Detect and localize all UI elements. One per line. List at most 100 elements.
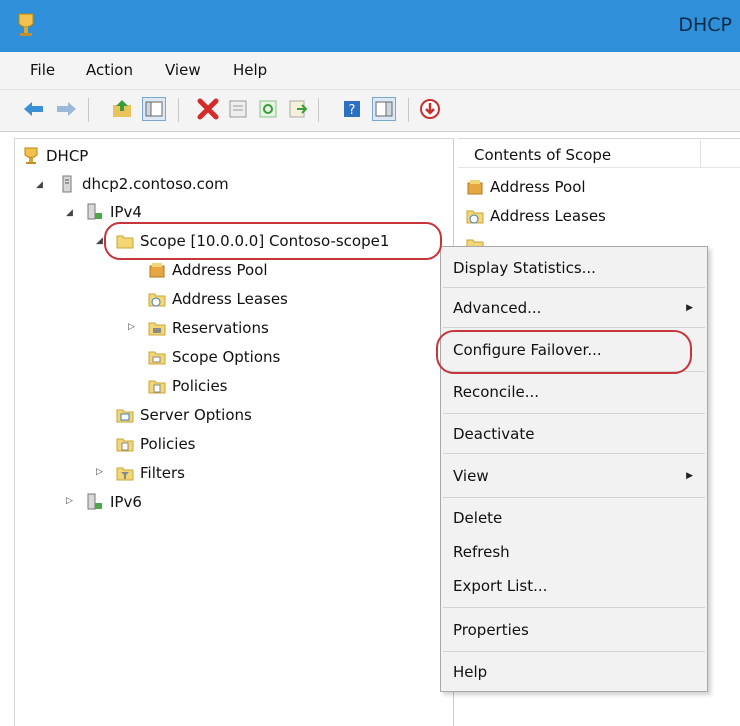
tree-ipv6[interactable]: IPv6 <box>86 490 142 514</box>
tree-label: Filters <box>140 464 185 482</box>
menu-item-delete[interactable]: Delete <box>453 509 502 527</box>
menu-separator <box>443 453 705 454</box>
tree-label: Scope Options <box>172 348 281 366</box>
policies-icon <box>116 438 134 452</box>
delete-icon[interactable] <box>196 97 220 121</box>
menu-help[interactable]: Help <box>233 61 267 79</box>
tree-label: Server Options <box>140 406 252 424</box>
toolbar: ? <box>0 90 740 132</box>
menu-item-configure-failover[interactable]: Configure Failover... <box>453 341 602 359</box>
address-leases-icon <box>148 293 166 307</box>
address-pool-icon <box>467 180 483 195</box>
show-hide-tree-icon[interactable] <box>142 97 166 121</box>
context-menu: Display Statistics... Advanced... ▶ Conf… <box>440 246 708 692</box>
tree-label: Reservations <box>172 319 269 337</box>
menu-item-advanced[interactable]: Advanced... <box>453 299 541 317</box>
tree-label: Scope [10.0.0.0] Contoso-scope1 <box>140 232 390 250</box>
reservations-icon <box>148 322 166 336</box>
column-header[interactable]: Contents of Scope <box>458 140 740 168</box>
column-header-label: Contents of Scope <box>474 146 612 164</box>
properties-icon[interactable] <box>226 97 250 121</box>
list-item[interactable]: Address Pool <box>466 175 586 199</box>
tree-scope-policies[interactable]: Policies <box>148 374 227 398</box>
help-icon[interactable]: ? <box>340 97 364 121</box>
address-pool-icon <box>149 263 165 278</box>
menu-action[interactable]: Action <box>86 61 133 79</box>
menu-separator <box>443 371 705 372</box>
collapsed-arrow-icon[interactable]: ▷ <box>128 322 135 332</box>
menu-separator <box>443 651 705 652</box>
tree-scope-options[interactable]: Scope Options <box>148 345 280 369</box>
submenu-arrow-icon: ▶ <box>686 303 693 313</box>
menu-item-properties[interactable]: Properties <box>453 621 529 639</box>
menu-file[interactable]: File <box>30 61 55 79</box>
address-leases-icon <box>466 210 484 224</box>
refresh-icon[interactable] <box>256 97 280 121</box>
tree-label: IPv6 <box>110 493 142 511</box>
policies-icon <box>148 380 166 394</box>
title-bar: DHCP <box>0 0 740 52</box>
list-item-label: Address Leases <box>490 207 606 225</box>
menu-item-refresh[interactable]: Refresh <box>453 543 510 561</box>
tree-reservations[interactable]: Reservations <box>148 316 269 340</box>
menu-separator <box>443 287 705 288</box>
column-separator[interactable] <box>700 140 701 168</box>
tree-label: Address Pool <box>172 261 268 279</box>
tree-ipv4[interactable]: IPv4 <box>86 200 142 224</box>
up-folder-icon[interactable] <box>110 97 134 121</box>
expanded-arrow-icon[interactable]: ◢ <box>66 208 73 218</box>
expanded-arrow-icon[interactable]: ◢ <box>96 236 103 246</box>
tree-server[interactable]: dhcp2.contoso.com <box>58 172 229 196</box>
submenu-arrow-icon: ▶ <box>686 471 693 481</box>
menu-item-export-list[interactable]: Export List... <box>453 577 547 595</box>
menu-item-view[interactable]: View <box>453 467 489 485</box>
toolbar-separator <box>178 98 179 122</box>
tree-label: Address Leases <box>172 290 288 308</box>
tree-label: dhcp2.contoso.com <box>82 175 229 193</box>
menu-bar: File Action View Help <box>0 52 740 90</box>
tree-filters[interactable]: Filters <box>116 461 185 485</box>
dhcp-app-icon <box>18 13 34 36</box>
menu-item-display-statistics[interactable]: Display Statistics... <box>453 259 596 277</box>
folder-icon <box>116 235 134 249</box>
download-icon[interactable] <box>418 97 442 121</box>
toolbar-separator <box>318 98 319 122</box>
server-icon <box>62 175 72 193</box>
ipv6-icon <box>87 493 102 510</box>
toolbar-separator <box>408 98 409 122</box>
collapsed-arrow-icon[interactable]: ▷ <box>96 467 103 477</box>
menu-item-reconcile[interactable]: Reconcile... <box>453 383 539 401</box>
export-list-icon[interactable] <box>286 97 310 121</box>
list-item-label: Address Pool <box>490 178 586 196</box>
svg-text:?: ? <box>349 103 356 118</box>
tree-label: Policies <box>140 435 196 453</box>
tree-scope[interactable]: Scope [10.0.0.0] Contoso-scope1 <box>116 229 389 253</box>
menu-item-help[interactable]: Help <box>453 663 487 681</box>
tree-label: Policies <box>172 377 228 395</box>
console-tree <box>14 138 454 726</box>
toolbar-separator <box>88 98 89 122</box>
tree-server-options[interactable]: Server Options <box>116 403 252 427</box>
menu-separator <box>443 497 705 498</box>
dhcp-icon <box>24 147 38 164</box>
menu-item-deactivate[interactable]: Deactivate <box>453 425 534 443</box>
tree-policies[interactable]: Policies <box>116 432 195 456</box>
menu-separator <box>443 607 705 608</box>
list-item[interactable]: Address Leases <box>466 204 606 228</box>
filter-icon <box>116 467 134 481</box>
menu-separator <box>443 327 705 328</box>
tree-label: IPv4 <box>110 203 142 221</box>
back-arrow-icon[interactable] <box>22 97 46 121</box>
expanded-arrow-icon[interactable]: ◢ <box>36 180 43 190</box>
tree-root-dhcp[interactable]: DHCP <box>22 144 88 168</box>
collapsed-arrow-icon[interactable]: ▷ <box>66 496 73 506</box>
scope-options-icon <box>148 351 166 365</box>
show-action-pane-icon[interactable] <box>372 97 396 121</box>
tree-label: DHCP <box>46 147 89 165</box>
tree-address-leases[interactable]: Address Leases <box>148 287 288 311</box>
window-title: DHCP <box>678 14 732 36</box>
forward-arrow-icon[interactable] <box>54 97 78 121</box>
menu-view[interactable]: View <box>165 61 201 79</box>
menu-separator <box>443 413 705 414</box>
tree-address-pool[interactable]: Address Pool <box>148 258 268 282</box>
